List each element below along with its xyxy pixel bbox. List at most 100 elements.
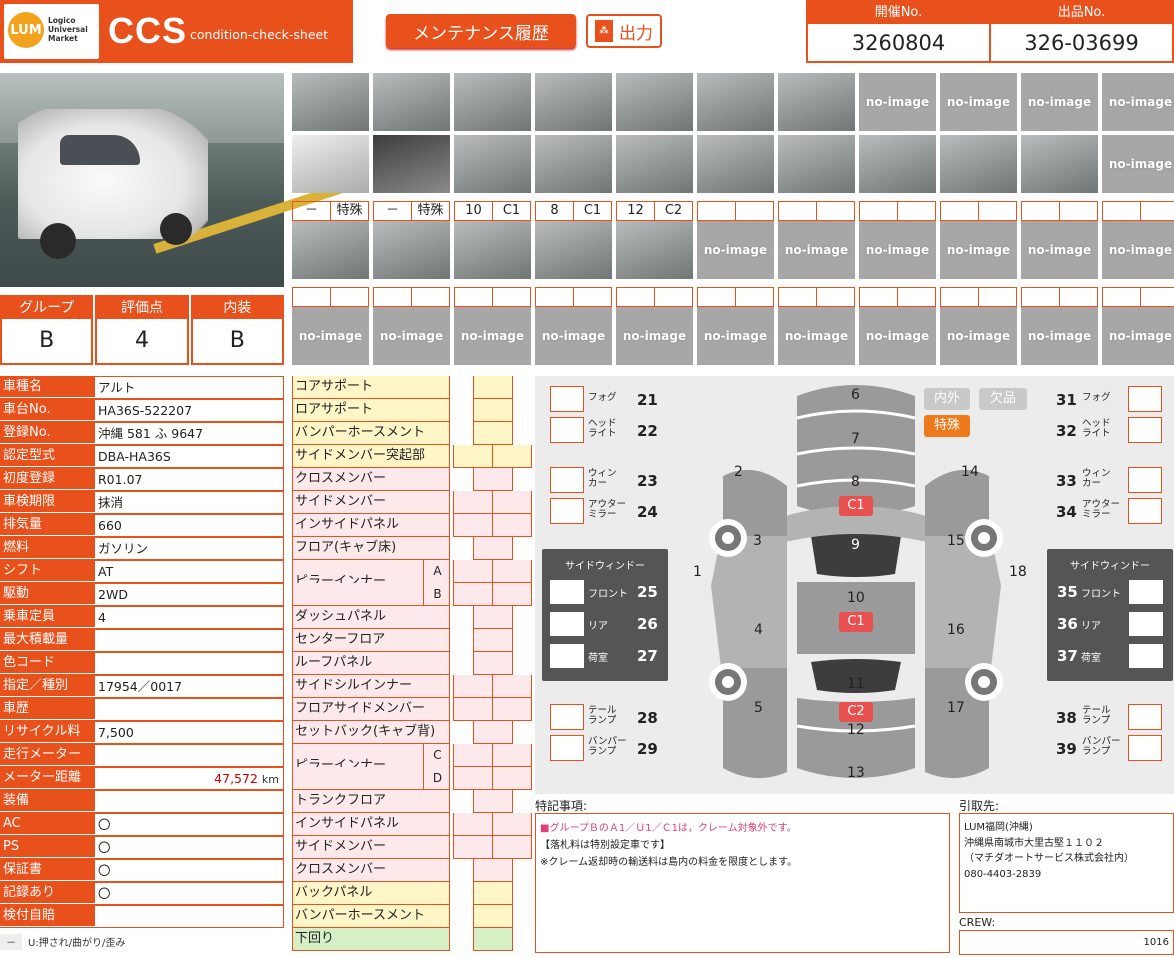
part-check-box[interactable] (473, 882, 513, 905)
thumbnail-r3-2[interactable] (373, 221, 450, 279)
car-area-15[interactable]: 15 (947, 533, 965, 549)
output-button[interactable]: ⁂ 出力 (586, 14, 662, 48)
car-area-9[interactable]: 9 (851, 537, 860, 553)
part-check-box[interactable] (492, 744, 532, 767)
check-box-28[interactable] (550, 704, 584, 730)
part-check-box[interactable] (492, 491, 532, 514)
car-area-1[interactable]: 1 (693, 564, 702, 580)
thumbnail-r3-1[interactable] (292, 221, 369, 279)
thumbnail-r4-1[interactable]: no-image (292, 307, 369, 365)
car-area-13[interactable]: 13 (847, 765, 865, 781)
thumbnail-r1-1[interactable] (292, 73, 369, 131)
thumbnail-r4-8[interactable]: no-image (859, 307, 936, 365)
part-check-box[interactable] (473, 422, 513, 445)
thumbnail-r1-5[interactable] (616, 73, 693, 131)
check-box-39[interactable] (1128, 735, 1162, 761)
part-check-box[interactable] (473, 468, 513, 491)
thumbnail-r2-2[interactable] (373, 135, 450, 193)
side-window-check-37[interactable] (1129, 644, 1163, 668)
car-area-12[interactable]: 12 (847, 722, 865, 738)
thumbnail-r4-7[interactable]: no-image (778, 307, 855, 365)
check-box-24[interactable] (550, 498, 584, 524)
car-area-10[interactable]: 10 (847, 590, 865, 606)
part-check-box[interactable] (473, 721, 513, 744)
thumbnail-r4-2[interactable]: no-image (373, 307, 450, 365)
part-check-box[interactable] (492, 813, 532, 836)
thumbnail-r1-4[interactable] (535, 73, 612, 131)
thumbnail-r4-6[interactable]: no-image (697, 307, 774, 365)
car-area-5[interactable]: 5 (754, 700, 763, 716)
damage-tag-10[interactable]: C1 (839, 612, 873, 632)
thumbnail-r2-5[interactable] (616, 135, 693, 193)
side-window-check-36[interactable] (1129, 612, 1163, 636)
part-check-box[interactable] (473, 652, 513, 675)
side-window-check-25[interactable] (550, 580, 584, 604)
tokushu-tag[interactable]: 特殊 (924, 415, 970, 437)
part-check-box[interactable] (473, 606, 513, 629)
thumbnail-r3-10[interactable]: no-image (1021, 221, 1098, 279)
part-check-box[interactable] (473, 905, 513, 928)
thumbnail-r2-7[interactable] (778, 135, 855, 193)
part-check-box[interactable] (492, 445, 532, 468)
part-check-box[interactable] (492, 675, 532, 698)
thumbnail-r1-8[interactable]: no-image (859, 73, 936, 131)
part-check-box[interactable] (492, 583, 532, 606)
check-box-21[interactable] (550, 386, 584, 412)
part-check-box[interactable] (453, 744, 493, 767)
naigai-tag[interactable]: 内外 (924, 388, 970, 410)
thumbnail-r1-11[interactable]: no-image (1102, 73, 1174, 131)
thumbnail-r2-8[interactable] (859, 135, 936, 193)
part-check-box[interactable] (492, 767, 532, 790)
part-check-box[interactable] (492, 698, 532, 721)
part-check-box[interactable] (453, 583, 493, 606)
check-box-34[interactable] (1128, 498, 1162, 524)
car-area-2[interactable]: 2 (734, 464, 743, 480)
thumbnail-r4-10[interactable]: no-image (1021, 307, 1098, 365)
thumbnail-r1-7[interactable] (778, 73, 855, 131)
car-area-4[interactable]: 4 (754, 622, 763, 638)
thumbnail-r2-6[interactable] (697, 135, 774, 193)
thumbnail-r3-9[interactable]: no-image (940, 221, 1017, 279)
thumbnail-r3-7[interactable]: no-image (778, 221, 855, 279)
thumbnail-r3-4[interactable] (535, 221, 612, 279)
part-check-box[interactable] (473, 629, 513, 652)
part-check-box[interactable] (473, 537, 513, 560)
part-check-box[interactable] (473, 376, 513, 399)
part-check-box[interactable] (453, 445, 493, 468)
damage-tag-12[interactable]: C2 (839, 702, 873, 722)
part-check-box[interactable] (492, 514, 532, 537)
part-check-box[interactable] (473, 928, 513, 951)
maintenance-history-button[interactable]: メンテナンス履歴 (386, 14, 576, 48)
car-area-8[interactable]: 8 (851, 474, 860, 490)
damage-tag-8[interactable]: C1 (839, 496, 873, 516)
check-box-29[interactable] (550, 735, 584, 761)
side-window-check-35[interactable] (1129, 580, 1163, 604)
part-check-box[interactable] (453, 560, 493, 583)
check-box-31[interactable] (1128, 386, 1162, 412)
car-area-11[interactable]: 11 (847, 676, 865, 692)
thumbnail-r2-3[interactable] (454, 135, 531, 193)
thumbnail-r1-10[interactable]: no-image (1021, 73, 1098, 131)
part-check-box[interactable] (473, 790, 513, 813)
thumbnail-r3-6[interactable]: no-image (697, 221, 774, 279)
thumbnail-r4-9[interactable]: no-image (940, 307, 1017, 365)
part-check-box[interactable] (473, 399, 513, 422)
check-box-33[interactable] (1128, 467, 1162, 493)
car-area-16[interactable]: 16 (947, 622, 965, 638)
check-box-32[interactable] (1128, 417, 1162, 443)
thumbnail-r2-11[interactable]: no-image (1102, 135, 1174, 193)
check-box-22[interactable] (550, 417, 584, 443)
thumbnail-r1-3[interactable] (454, 73, 531, 131)
main-vehicle-photo[interactable] (0, 73, 347, 287)
thumbnail-r2-10[interactable] (1021, 135, 1098, 193)
ketsuhin-tag[interactable]: 欠品 (979, 388, 1027, 410)
part-check-box[interactable] (492, 836, 532, 859)
car-area-7[interactable]: 7 (851, 431, 860, 447)
side-window-check-27[interactable] (550, 644, 584, 668)
thumbnail-r3-11[interactable]: no-image (1102, 221, 1174, 279)
part-check-box[interactable] (453, 514, 493, 537)
thumbnail-r3-8[interactable]: no-image (859, 221, 936, 279)
thumbnail-r2-9[interactable] (940, 135, 1017, 193)
part-check-box[interactable] (492, 560, 532, 583)
thumbnail-r1-6[interactable] (697, 73, 774, 131)
